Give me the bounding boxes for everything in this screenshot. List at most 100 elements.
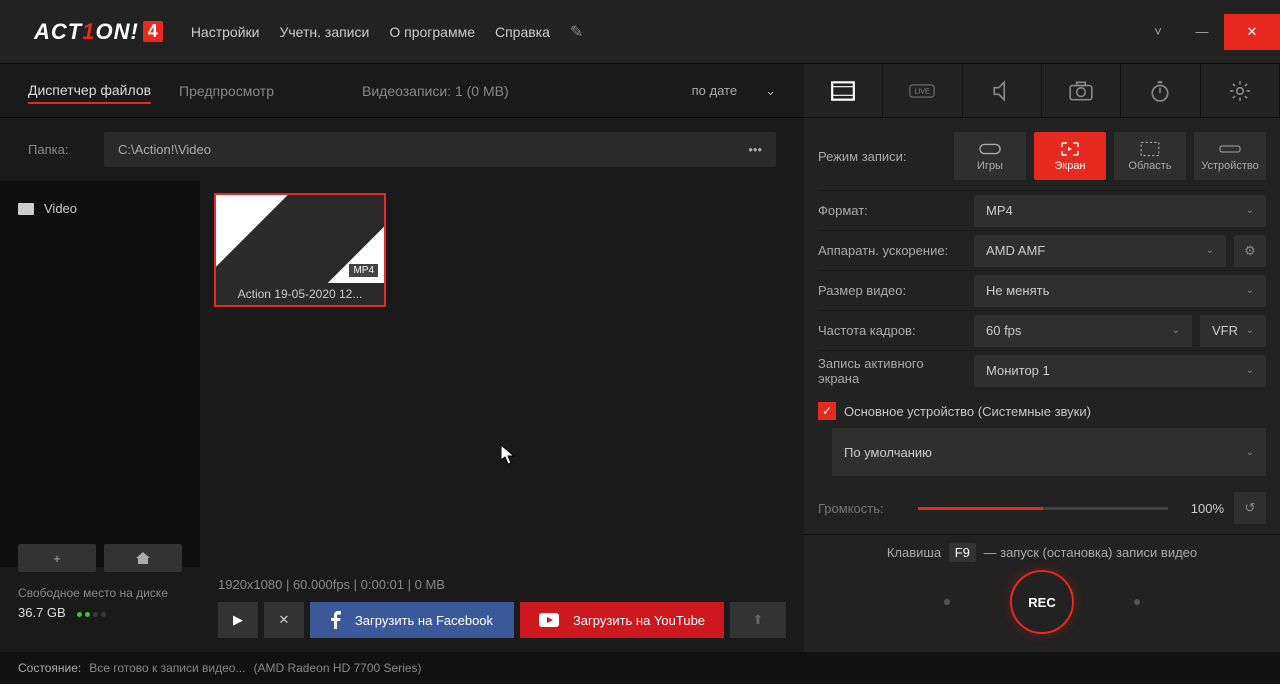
- tab-settings[interactable]: [1201, 64, 1280, 117]
- menu-accounts[interactable]: Учетн. записи: [279, 24, 369, 40]
- audio-device-select[interactable]: По умолчанию ⌄: [832, 428, 1266, 476]
- chevron-down-icon: ⌄: [1246, 285, 1254, 296]
- svg-text:LIVE: LIVE: [915, 88, 930, 95]
- hint-post: — запуск (остановка) записи видео: [984, 545, 1198, 560]
- mode-device[interactable]: Устройство: [1194, 132, 1266, 180]
- add-folder-button[interactable]: +: [18, 544, 96, 572]
- upload-yt-label: Загрузить на YouTube: [573, 613, 705, 628]
- stopwatch-icon: [1147, 80, 1173, 102]
- mode-games-label: Игры: [977, 160, 1003, 172]
- monitor-label: Запись активного экрана: [818, 356, 966, 386]
- record-button[interactable]: REC: [1010, 570, 1074, 634]
- hw-settings-button[interactable]: ⚙: [1234, 235, 1266, 267]
- hw-value: AMD AMF: [986, 243, 1045, 258]
- volume-slider[interactable]: [918, 507, 1168, 510]
- monitor-select[interactable]: Монитор 1⌄: [974, 355, 1266, 387]
- format-badge: MP4: [349, 264, 378, 277]
- house-icon: [135, 551, 151, 565]
- volume-reset-button[interactable]: ↺: [1234, 492, 1266, 524]
- status-label: Состояние:: [18, 661, 81, 675]
- camera-icon: [1068, 80, 1094, 102]
- hw-accel-label: Аппаратн. ускорение:: [818, 243, 966, 258]
- folder-icon: [18, 203, 34, 215]
- folder-video[interactable]: Video: [10, 191, 190, 226]
- audio-device-value: По умолчанию: [844, 445, 932, 460]
- close-button[interactable]: ✕: [1224, 14, 1280, 50]
- recordings-count: Видеозаписи: 1 (0 MB): [362, 83, 509, 99]
- system-audio-label: Основное устройство (Системные звуки): [844, 404, 1091, 419]
- screen-icon: [1059, 140, 1081, 158]
- tab-preview[interactable]: Предпросмотр: [179, 79, 274, 103]
- disk-indicator: [77, 606, 109, 620]
- sort-dropdown[interactable]: по дате ⌄: [692, 83, 776, 99]
- video-thumbnail[interactable]: MP4 Action 19-05-2020 12...: [214, 193, 386, 307]
- status-dot-right: [1134, 599, 1140, 605]
- tab-video-record[interactable]: [804, 64, 883, 117]
- folder-path-text: C:\Action!\Video: [118, 142, 211, 157]
- tab-live[interactable]: LIVE: [883, 64, 962, 117]
- upload-youtube-button[interactable]: Загрузить на YouTube: [520, 602, 724, 638]
- mode-region[interactable]: Область: [1114, 132, 1186, 180]
- tray-button[interactable]: ˅: [1136, 14, 1180, 50]
- hw-accel-select[interactable]: AMD AMF ⌄: [974, 235, 1226, 267]
- format-select[interactable]: MP4 ⌄: [974, 195, 1266, 227]
- tab-file-manager[interactable]: Диспетчер файлов: [28, 78, 151, 104]
- size-value: Не менять: [986, 283, 1049, 298]
- facebook-icon: [331, 611, 341, 629]
- more-icon[interactable]: •••: [748, 142, 762, 157]
- folder-path-field[interactable]: C:\Action!\Video •••: [104, 132, 776, 167]
- upload-fb-label: Загрузить на Facebook: [355, 613, 493, 628]
- tab-benchmark[interactable]: [1121, 64, 1200, 117]
- record-mode-label: Режим записи:: [818, 149, 946, 164]
- open-folder-button[interactable]: [104, 544, 182, 572]
- record-hotkey-hint: Клавиша F9 — запуск (остановка) записи в…: [818, 545, 1266, 560]
- play-button[interactable]: ▶: [218, 602, 258, 638]
- region-icon: [1139, 140, 1161, 158]
- sort-label: по дате: [692, 83, 737, 98]
- video-size-select[interactable]: Не менять ⌄: [974, 275, 1266, 307]
- framerate-select[interactable]: 60 fps ⌄: [974, 315, 1192, 347]
- film-icon: [830, 80, 856, 102]
- chevron-down-icon: ⌄: [1246, 365, 1254, 376]
- mode-device-label: Устройство: [1201, 160, 1259, 172]
- menu-help[interactable]: Справка: [495, 24, 550, 40]
- gpu-text: (AMD Radeon HD 7700 Series): [253, 661, 421, 675]
- volume-label: Громкость:: [818, 501, 908, 516]
- tab-audio[interactable]: [963, 64, 1042, 117]
- hotkey-badge: F9: [949, 543, 976, 562]
- fps-value: 60 fps: [986, 323, 1021, 338]
- youtube-icon: [539, 613, 559, 627]
- thumbnail-filename: Action 19-05-2020 12...: [216, 283, 384, 305]
- app-logo: ACT1ON! 4: [34, 19, 163, 45]
- status-text: Все готово к записи видео...: [89, 661, 245, 675]
- chevron-down-icon: ⌄: [1246, 325, 1254, 336]
- video-size-label: Размер видео:: [818, 283, 966, 298]
- folder-name: Video: [44, 201, 77, 216]
- mode-screen[interactable]: Экран: [1034, 132, 1106, 180]
- system-audio-checkbox[interactable]: ✓: [818, 402, 836, 420]
- speaker-icon: [989, 80, 1015, 102]
- fps-mode-select[interactable]: VFR ⌄: [1200, 315, 1266, 347]
- mode-region-label: Область: [1128, 160, 1171, 172]
- file-info: 1920x1080 | 60.000fps | 0:00:01 | 0 MB: [218, 577, 786, 592]
- menu-settings[interactable]: Настройки: [191, 24, 260, 40]
- minimize-button[interactable]: —: [1180, 14, 1224, 50]
- mode-games[interactable]: Игры: [954, 132, 1026, 180]
- delete-button[interactable]: ✕: [264, 602, 304, 638]
- upload-facebook-button[interactable]: Загрузить на Facebook: [310, 602, 514, 638]
- format-value: MP4: [986, 203, 1013, 218]
- chevron-down-icon: ⌄: [1246, 447, 1254, 458]
- tab-screenshot[interactable]: [1042, 64, 1121, 117]
- chevron-down-icon: ⌄: [1246, 205, 1254, 216]
- thumbnail-image: MP4: [216, 195, 384, 283]
- chevron-down-icon: ⌄: [765, 83, 776, 99]
- chevron-down-icon: ⌄: [1172, 325, 1180, 336]
- status-dot-left: [944, 599, 950, 605]
- disk-free-value: 36.7 GB: [18, 605, 66, 620]
- menu-about[interactable]: О программе: [389, 24, 475, 40]
- export-button[interactable]: ⬆: [730, 602, 786, 638]
- chevron-down-icon: ⌄: [1206, 245, 1214, 256]
- fps-mode-value: VFR: [1212, 323, 1238, 338]
- draw-tool-icon[interactable]: ✎: [570, 22, 583, 42]
- mode-screen-label: Экран: [1054, 160, 1085, 172]
